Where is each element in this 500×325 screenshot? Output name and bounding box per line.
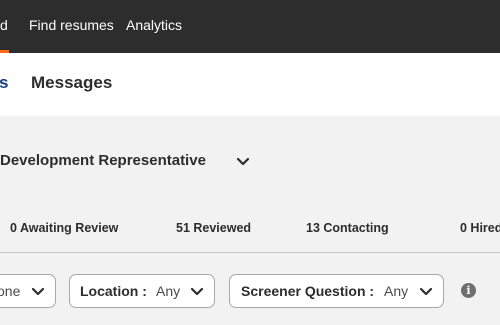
chevron-down-icon — [31, 287, 45, 296]
info-icon[interactable]: i — [461, 283, 476, 298]
stat-reviewed[interactable]: 51 Reviewed — [176, 221, 251, 235]
nav-item-dashboard[interactable]: d — [0, 17, 8, 33]
sub-navigation-bar: s Messages — [0, 53, 500, 116]
filter-location-dropdown[interactable]: Location : Any — [69, 274, 215, 308]
filter-screener-question-dropdown[interactable]: Screener Question : Any — [229, 274, 444, 308]
stats-divider — [0, 252, 500, 253]
top-navigation-bar: d Find resumes Analytics — [0, 0, 500, 53]
filter-location-value: Any — [156, 283, 181, 299]
filter-location-label: Location : — [80, 283, 147, 299]
stat-contacting[interactable]: 13 Contacting — [306, 221, 389, 235]
chevron-down-icon — [419, 287, 433, 296]
tab-candidates[interactable]: s — [0, 73, 8, 93]
nav-item-analytics[interactable]: Analytics — [126, 17, 182, 33]
filter-value: one — [0, 283, 21, 299]
filter-screener-question-label: Screener Question : — [241, 283, 375, 299]
chevron-down-icon — [190, 287, 204, 296]
chevron-down-icon[interactable] — [236, 156, 250, 168]
stat-awaiting-review[interactable]: 0 Awaiting Review — [10, 221, 118, 235]
job-title[interactable]: r Development Representative — [0, 152, 206, 169]
nav-item-find-resumes[interactable]: Find resumes — [29, 17, 114, 33]
filter-dropdown-partial[interactable]: one — [0, 274, 56, 308]
tab-messages[interactable]: Messages — [31, 73, 112, 93]
stat-hired[interactable]: 0 Hired — [460, 221, 500, 235]
filter-screener-question-value: Any — [384, 283, 409, 299]
